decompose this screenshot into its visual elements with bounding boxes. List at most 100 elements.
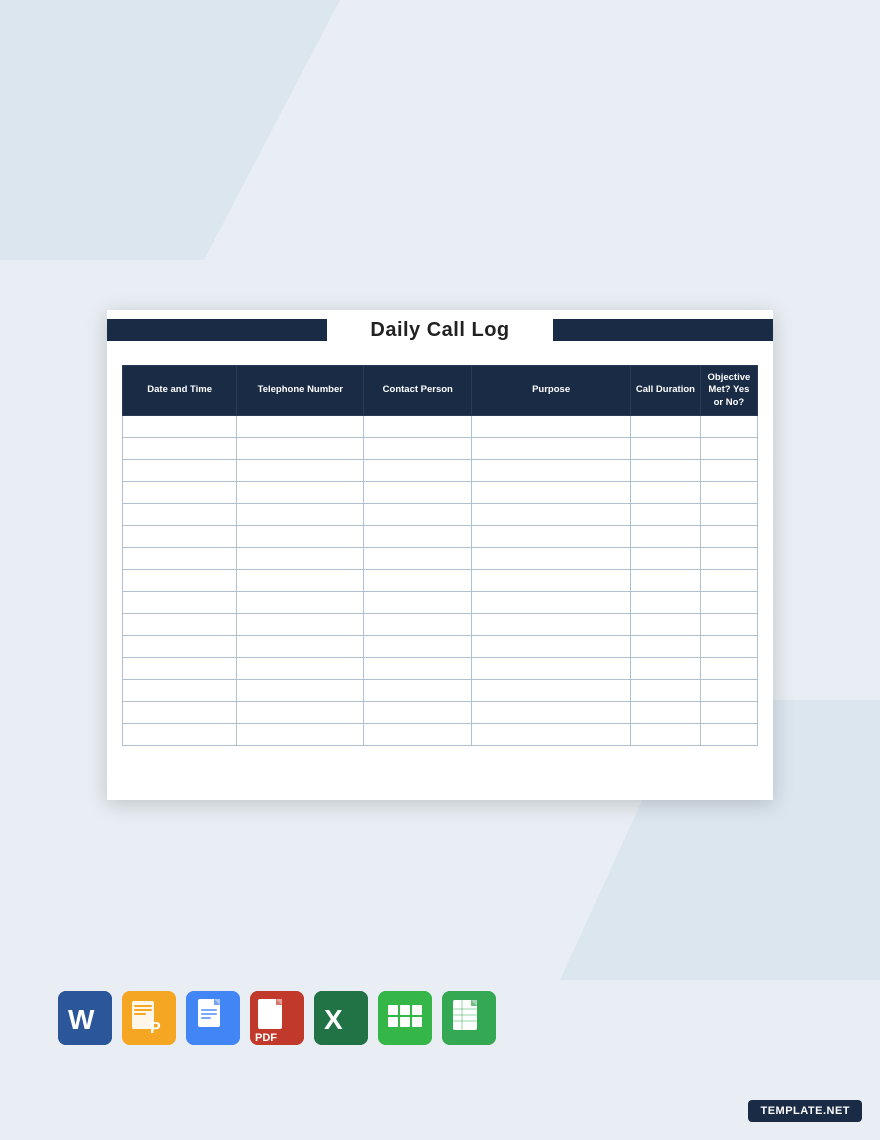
table-cell [630, 724, 700, 746]
table-cell [630, 526, 700, 548]
table-cell [123, 504, 237, 526]
table-cell [364, 482, 472, 504]
col-purpose: Purpose [472, 366, 631, 416]
word-icon-svg: W [58, 991, 112, 1045]
table-cell [364, 680, 472, 702]
header-stripe-left [107, 319, 327, 341]
table-cell [700, 438, 757, 460]
table-cell [700, 680, 757, 702]
svg-text:P: P [150, 1020, 161, 1037]
google-sheets-icon[interactable] [442, 991, 496, 1045]
table-cell [364, 460, 472, 482]
table-cell [123, 570, 237, 592]
table-cell [472, 592, 631, 614]
table-cell [364, 702, 472, 724]
table-cell [237, 548, 364, 570]
word-icon[interactable]: W [58, 991, 112, 1045]
table-cell [700, 570, 757, 592]
table-cell [630, 438, 700, 460]
col-date-time: Date and Time [123, 366, 237, 416]
table-cell [364, 504, 472, 526]
table-cell [237, 438, 364, 460]
table-row [123, 680, 758, 702]
table-cell [630, 702, 700, 724]
table-row [123, 548, 758, 570]
table-cell [630, 416, 700, 438]
google-docs-icon[interactable] [186, 991, 240, 1045]
svg-text:W: W [68, 1004, 95, 1035]
table-cell [364, 570, 472, 592]
numbers-icon-svg [378, 991, 432, 1045]
table-cell [123, 482, 237, 504]
table-row [123, 460, 758, 482]
table-row [123, 702, 758, 724]
table-cell [364, 526, 472, 548]
table-cell [700, 724, 757, 746]
table-cell [237, 658, 364, 680]
table-cell [472, 526, 631, 548]
table-cell [472, 460, 631, 482]
bg-decoration-top-left [0, 0, 340, 260]
template-badge: TEMPLATE.NET [748, 1100, 862, 1122]
table-cell [630, 504, 700, 526]
pdf-icon[interactable]: PDF [250, 991, 304, 1045]
numbers-icon[interactable] [378, 991, 432, 1045]
table-cell [700, 416, 757, 438]
svg-text:PDF: PDF [255, 1032, 277, 1044]
table-row [123, 482, 758, 504]
table-cell [364, 438, 472, 460]
col-objective: Objective Met? Yes or No? [700, 366, 757, 416]
table-cell [700, 592, 757, 614]
pdf-icon-svg: PDF [250, 991, 304, 1045]
gsheets-icon-svg [442, 991, 496, 1045]
table-cell [700, 548, 757, 570]
table-cell [472, 702, 631, 724]
doc-header: Daily Call Log [107, 310, 773, 350]
table-cell [364, 636, 472, 658]
table-cell [123, 680, 237, 702]
table-row [123, 592, 758, 614]
table-cell [123, 548, 237, 570]
table-cell [123, 614, 237, 636]
pages-icon[interactable]: P [122, 991, 176, 1045]
table-cell [364, 592, 472, 614]
table-cell [700, 460, 757, 482]
table-row [123, 504, 758, 526]
table-cell [700, 482, 757, 504]
table-row [123, 570, 758, 592]
table-cell [700, 504, 757, 526]
table-cell [630, 680, 700, 702]
document-preview: Daily Call Log Date and Time Telephone N… [107, 310, 773, 800]
gdocs-icon-svg [186, 991, 240, 1045]
table-cell [123, 526, 237, 548]
table-cell [237, 680, 364, 702]
table-cell [237, 614, 364, 636]
table-cell [630, 570, 700, 592]
table-cell [472, 724, 631, 746]
table-cell [123, 416, 237, 438]
table-row [123, 416, 758, 438]
table-cell [630, 658, 700, 680]
table-cell [472, 504, 631, 526]
table-cell [123, 724, 237, 746]
table-cell [237, 592, 364, 614]
call-log-table: Date and Time Telephone Number Contact P… [122, 365, 758, 746]
table-cell [630, 460, 700, 482]
table-cell [472, 482, 631, 504]
table-cell [630, 548, 700, 570]
table-cell [123, 592, 237, 614]
table-cell [237, 636, 364, 658]
table-cell [472, 636, 631, 658]
table-cell [700, 658, 757, 680]
table-row [123, 438, 758, 460]
table-cell [123, 438, 237, 460]
table-cell [700, 636, 757, 658]
excel-icon[interactable]: X [314, 991, 368, 1045]
table-cell [630, 482, 700, 504]
table-cell [237, 570, 364, 592]
table-cell [472, 416, 631, 438]
table-row [123, 658, 758, 680]
table-cell [237, 724, 364, 746]
table-cell [472, 680, 631, 702]
table-cell [472, 614, 631, 636]
